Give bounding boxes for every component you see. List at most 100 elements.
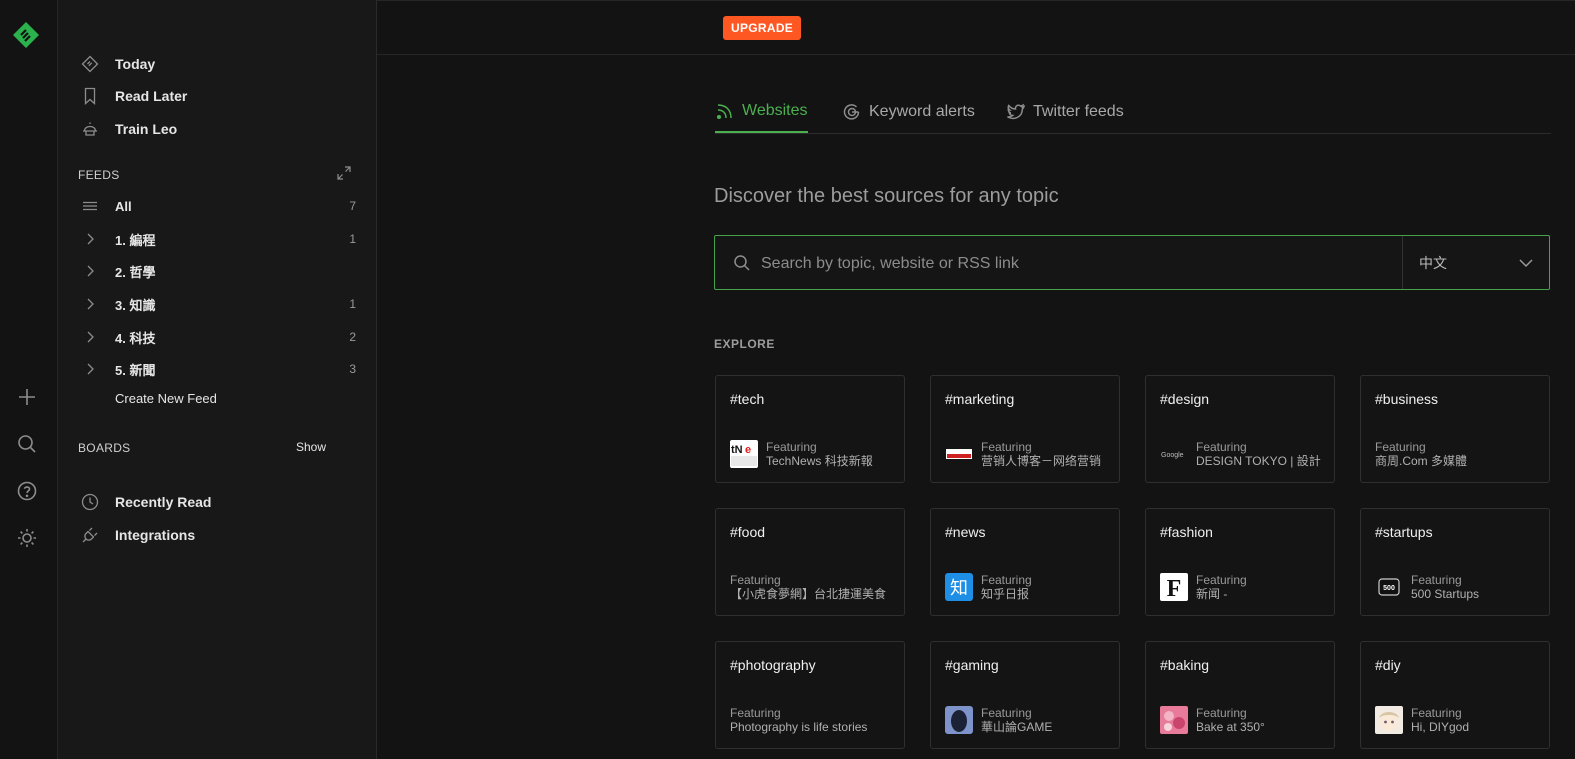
upgrade-button[interactable]: UPGRADE <box>723 16 802 40</box>
sidebar-item-label: Recently Read <box>115 494 212 510</box>
featured-source: Google Featuring DESIGN TOKYO | 設計 <box>1160 440 1321 468</box>
feed-label: 4. 科技 <box>115 330 156 346</box>
featured-source: 500 Featuring 500 Startups <box>1375 573 1479 601</box>
feed-label: 2. 哲學 <box>115 264 156 280</box>
chevron-right-icon[interactable] <box>80 294 100 314</box>
sidebar-item-label: Integrations <box>115 527 196 543</box>
baking-photo-icon <box>1160 706 1188 734</box>
topic-tag: #design <box>1160 391 1210 407</box>
topic-tag: #diy <box>1375 657 1401 673</box>
featured-source: Featuring Hi, DIYgod <box>1375 706 1469 734</box>
source-name: Hi, DIYgod <box>1411 720 1470 734</box>
topic-card-tech[interactable]: #tech tN e Featuring TechNews 科技新報 <box>715 375 905 483</box>
svg-text:知: 知 <box>950 578 968 599</box>
language-select[interactable]: 中文 <box>1402 236 1550 289</box>
chevron-down-icon <box>1518 255 1534 276</box>
top-bar <box>377 0 1575 55</box>
sidebar-item-today[interactable]: Today <box>80 52 360 76</box>
create-new-feed-link[interactable]: Create New Feed <box>115 391 217 406</box>
theme-sun-icon[interactable] <box>16 527 38 549</box>
featuring-label: Featuring <box>981 573 1032 587</box>
bookmark-icon <box>80 86 100 106</box>
collapse-all-icon[interactable] <box>337 166 351 185</box>
featured-source: Featuring 营销人博客－网络营销 <box>945 440 1101 468</box>
feed-label: All <box>115 198 132 214</box>
tab-label: Keyword alerts <box>869 102 975 120</box>
feed-item[interactable]: 1. 編程 1 <box>80 227 356 251</box>
chevron-right-icon[interactable] <box>80 327 100 347</box>
tab-keyword-alerts[interactable]: Keyword alerts <box>842 90 975 133</box>
topic-card-news[interactable]: #news 知 Featuring 知乎日报 <box>930 508 1120 616</box>
topic-card-marketing[interactable]: #marketing Featuring 营销人博客－网络营销 <box>930 375 1120 483</box>
chevron-right-icon[interactable] <box>80 261 100 281</box>
featuring-label: Featuring <box>730 573 781 587</box>
feed-item[interactable]: 3. 知識 1 <box>80 292 356 316</box>
source-name: Photography is life stories <box>730 720 868 734</box>
topic-tag: #startups <box>1375 524 1433 540</box>
topic-tag: #business <box>1375 391 1439 407</box>
topic-card-startups[interactable]: #startups 500 Featuring 500 Startups <box>1360 508 1550 616</box>
topic-card-food[interactable]: #food Featuring 【小虎食夢網】台北捷運美食 <box>715 508 905 616</box>
source-name: 营销人博客－网络营销 <box>981 454 1102 468</box>
featured-source: 知 Featuring 知乎日报 <box>945 573 1032 601</box>
topic-card-baking[interactable]: #baking Featuring Bake at 350° <box>1145 641 1335 749</box>
sidebar-item-integrations[interactable]: Integrations <box>80 523 360 547</box>
feed-label: 5. 新聞 <box>115 362 156 378</box>
chevron-right-icon[interactable] <box>80 359 100 379</box>
leo-icon <box>80 119 100 139</box>
featured-source: Featuring Bake at 350° <box>1160 706 1265 734</box>
source-name: 商周.Com 多媒體 <box>1375 454 1468 468</box>
topic-tag: #news <box>945 524 986 540</box>
topic-card-gaming[interactable]: #gaming Featuring 華山論GAME <box>930 641 1120 749</box>
gaming-avatar-icon <box>945 706 973 734</box>
topic-card-fashion[interactable]: #fashion F Featuring 新闻 - <box>1145 508 1335 616</box>
topic-tag: #fashion <box>1160 524 1213 540</box>
feed-count: 3 <box>349 362 356 376</box>
search-input[interactable] <box>759 246 1393 281</box>
topic-card-design[interactable]: #design Google Featuring DESIGN TOKYO | … <box>1145 375 1335 483</box>
featuring-label: Featuring <box>766 440 817 454</box>
featuring-label: Featuring <box>1411 573 1462 587</box>
boards-show-link[interactable]: Show <box>296 440 326 454</box>
help-icon[interactable] <box>16 480 38 502</box>
featuring-label: Featuring <box>1196 573 1247 587</box>
plug-icon <box>80 525 100 545</box>
tab-twitter-feeds[interactable]: Twitter feeds <box>1006 90 1124 133</box>
svg-text:e: e <box>745 444 751 456</box>
sidebar-item-train-leo[interactable]: Train Leo <box>80 117 360 141</box>
sidebar-item-recently-read[interactable]: Recently Read <box>80 490 360 514</box>
topic-card-photography[interactable]: #photography Featuring Photography is li… <box>715 641 905 749</box>
feed-item[interactable]: 5. 新聞 3 <box>80 357 356 381</box>
language-value: 中文 <box>1419 254 1447 271</box>
discover-heading: Discover the best sources for any topic <box>714 185 1059 207</box>
svg-text:Google: Google <box>1161 452 1184 459</box>
source-name: TechNews 科技新報 <box>766 454 873 468</box>
feed-item-all[interactable]: All 7 <box>80 194 356 218</box>
clock-icon <box>80 492 100 512</box>
google-logo-icon: Google <box>1160 440 1188 468</box>
featuring-label: Featuring <box>981 706 1032 720</box>
featuring-label: Featuring <box>730 706 781 720</box>
chevron-right-icon[interactable] <box>80 229 100 249</box>
feed-item[interactable]: 4. 科技 2 <box>80 325 356 349</box>
search-icon[interactable] <box>16 433 38 455</box>
featuring-label: Featuring <box>1375 440 1426 454</box>
tab-websites[interactable]: Websites <box>715 90 808 133</box>
add-content-icon[interactable] <box>16 386 38 408</box>
topic-tag: #marketing <box>945 391 1015 407</box>
topic-tag: #gaming <box>945 657 999 673</box>
twitter-icon <box>1007 103 1026 119</box>
feed-label: 3. 知識 <box>115 297 156 313</box>
search-icon <box>733 254 751 277</box>
tab-label: Websites <box>742 101 808 119</box>
feed-item[interactable]: 2. 哲學 <box>80 259 356 283</box>
featured-source: Featuring Photography is life stories <box>730 706 867 734</box>
fashion-f-logo-icon: F <box>1160 573 1188 601</box>
topic-card-diy[interactable]: #diy Featuring Hi, DIYgod <box>1360 641 1550 749</box>
sidebar-item-read-later[interactable]: Read Later <box>80 84 360 108</box>
svg-text:F: F <box>1167 576 1182 601</box>
topic-card-business[interactable]: #business Featuring 商周.Com 多媒體 <box>1360 375 1550 483</box>
feed-count: 2 <box>349 330 356 344</box>
feedly-logo-icon[interactable] <box>12 21 40 49</box>
search-box: 中文 <box>714 235 1550 290</box>
